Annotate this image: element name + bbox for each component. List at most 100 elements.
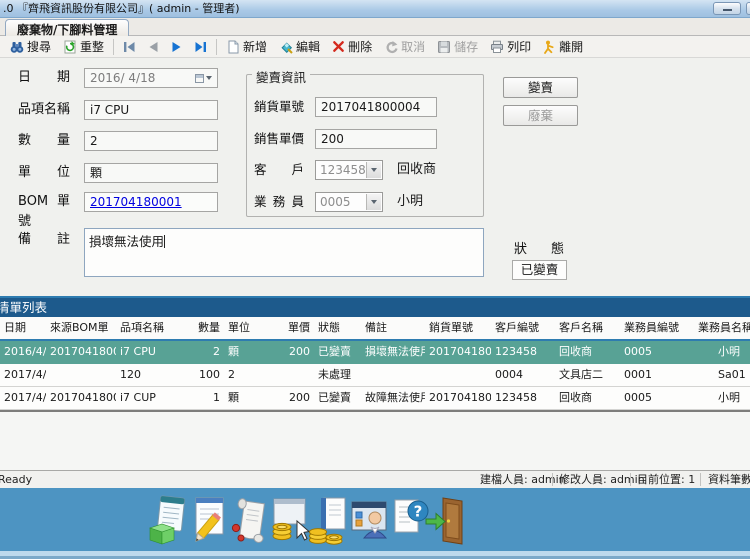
print-button[interactable]: 列印: [484, 37, 537, 57]
window-edge-button[interactable]: [746, 2, 750, 15]
toolbar-separator: [113, 39, 114, 55]
salesman-select[interactable]: 0005: [315, 192, 383, 212]
refresh-button[interactable]: 重整: [57, 37, 110, 57]
table-row[interactable]: 2017/4/18201704180001i7 CUP1顆200已變賣故障無法使…: [0, 387, 750, 410]
position-status: 目前位置: 1: [637, 471, 695, 488]
table-cell: 2017041800004: [425, 341, 491, 363]
nav-first-button[interactable]: [117, 37, 142, 57]
dock-sales-button[interactable]: [266, 494, 310, 546]
cancel-button[interactable]: 取消: [378, 37, 431, 57]
quantity-label: 數量: [18, 131, 70, 151]
column-header[interactable]: 客戶名稱: [555, 317, 620, 339]
table-cell: 顆: [224, 341, 270, 363]
table-cell: 201704180001: [46, 387, 116, 409]
column-header[interactable]: 業務員名稱: [694, 317, 750, 339]
combo-button[interactable]: [366, 162, 381, 178]
table-cell: i7 CUP: [116, 387, 186, 409]
column-header[interactable]: 客戶編號: [491, 317, 555, 339]
sell-button[interactable]: 變賣: [503, 77, 578, 98]
nav-previous-button[interactable]: [142, 37, 165, 57]
column-header[interactable]: 品項名稱: [116, 317, 186, 339]
column-header[interactable]: 備註: [361, 317, 425, 339]
table-cell: 0004: [491, 364, 555, 386]
customer-display-name: 回收商: [397, 160, 436, 180]
toolbar: 搜尋 重整 新增 編輯 刪除: [0, 36, 750, 58]
table-cell: 未處理: [314, 364, 361, 386]
dock-customer-button[interactable]: [347, 494, 391, 546]
table-cell: 2: [224, 364, 270, 386]
table-cell: 小明: [694, 387, 750, 409]
table-cell: 2017041800002: [425, 387, 491, 409]
column-header[interactable]: 來源BOM單: [46, 317, 116, 339]
table-cell: 2: [186, 341, 224, 363]
discard-button[interactable]: 廢棄: [503, 105, 578, 126]
table-cell: 123458: [491, 387, 555, 409]
column-header[interactable]: 單價: [270, 317, 314, 339]
remark-label: 備註: [18, 230, 70, 250]
status-value-box[interactable]: 已變賣: [512, 260, 567, 280]
save-floppy-icon: [437, 40, 451, 54]
column-header[interactable]: 數量: [186, 317, 224, 339]
bom-no-link[interactable]: 201704180001: [90, 195, 182, 209]
chevron-down-icon: [206, 76, 212, 80]
cancel-undo-icon: [384, 40, 398, 54]
table-cell: 回收商: [555, 341, 620, 363]
table-row[interactable]: 2017/4/131201002未處理0004文具店二0001Sa01: [0, 364, 750, 387]
sales-coins-window-icon: [266, 494, 310, 546]
salesman-label: 業務員: [254, 192, 304, 212]
table-cell: 123458: [491, 341, 555, 363]
table-cell: 200: [270, 387, 314, 409]
edit-button[interactable]: 編輯: [273, 37, 326, 57]
table-cell: [361, 364, 425, 386]
next-record-icon: [171, 41, 182, 53]
customer-select[interactable]: 123458: [315, 160, 383, 180]
date-input[interactable]: 2016/ 4/18: [84, 68, 218, 88]
column-header[interactable]: 單位: [224, 317, 270, 339]
unit-price-label: 銷售單價: [254, 129, 304, 149]
remark-textarea[interactable]: 損壞無法使用: [84, 228, 484, 277]
exit-door-icon: [424, 494, 468, 546]
inventory-note-icon: [146, 494, 190, 546]
column-header[interactable]: 業務員編號: [620, 317, 694, 339]
customer-label: 客戶: [254, 160, 304, 180]
table-cell: 0005: [620, 341, 694, 363]
new-button[interactable]: 新增: [220, 37, 273, 57]
sales-no-input[interactable]: 2017041800004: [315, 97, 437, 117]
table-cell: 2017/4/18: [0, 387, 46, 409]
calendar-icon: [195, 74, 204, 83]
item-name-label: 品項名稱: [18, 100, 70, 120]
tab-waste-management[interactable]: 廢棄物/下腳料管理: [5, 19, 129, 36]
table-cell: 損壞無法使用: [361, 341, 425, 363]
new-document-icon: [226, 40, 240, 54]
dock-inventory-button[interactable]: [146, 494, 190, 546]
exit-button[interactable]: 離開: [537, 37, 589, 57]
table-row[interactable]: 2016/4/18201704180001i7 CPU2顆200已變賣損壞無法使…: [0, 341, 750, 364]
table-cell: Sa01: [694, 364, 750, 386]
toolbar-separator: [216, 39, 217, 55]
dock-exit-button[interactable]: [424, 494, 468, 546]
dock-coins-document-button[interactable]: [306, 494, 350, 546]
column-header[interactable]: 狀態: [314, 317, 361, 339]
list-header-row: 日期來源BOM單品項名稱數量單位單價狀態備註銷貨單號客戶編號客戶名稱業務員編號業…: [0, 317, 750, 341]
nav-next-button[interactable]: [165, 37, 188, 57]
date-picker-button[interactable]: [191, 71, 215, 85]
save-button[interactable]: 儲存: [431, 37, 484, 57]
table-cell: 2017/4/13: [0, 364, 46, 386]
quantity-input[interactable]: 2: [84, 131, 218, 151]
column-header[interactable]: 日期: [0, 317, 46, 339]
bom-no-field: 201704180001: [84, 192, 218, 212]
chevron-down-icon: [371, 168, 377, 172]
dock-edit-note-button[interactable]: [187, 494, 231, 546]
unit-price-input[interactable]: 200: [315, 129, 437, 149]
minimize-button[interactable]: [713, 2, 741, 15]
sell-info-title: 變賣資訊: [252, 67, 310, 86]
search-button[interactable]: 搜尋: [4, 37, 57, 57]
nav-last-button[interactable]: [188, 37, 213, 57]
item-name-input[interactable]: i7 CPU: [84, 100, 218, 120]
unit-input[interactable]: 顆: [84, 163, 218, 183]
combo-button[interactable]: [366, 194, 381, 210]
column-header[interactable]: 銷貨單號: [425, 317, 491, 339]
table-cell: 小明: [694, 341, 750, 363]
delete-button[interactable]: 刪除: [326, 37, 378, 57]
last-record-icon: [194, 41, 207, 53]
